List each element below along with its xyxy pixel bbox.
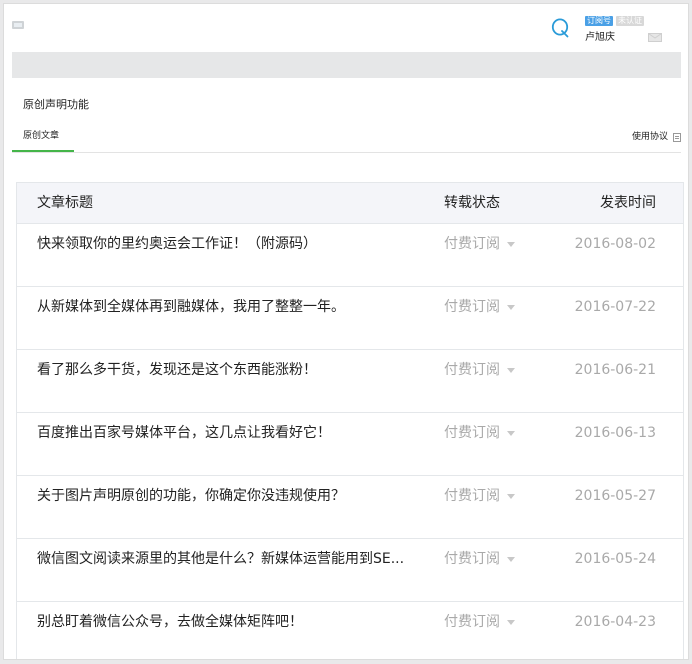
publish-date: 2016-04-23 (574, 614, 656, 630)
tab-bar: 原创文章 使用协议 (12, 122, 681, 153)
top-header: 订阅号 未认证 卢旭庆 (4, 4, 688, 52)
article-title[interactable]: 微信图文阅读来源里的其他是什么？新媒体运营能用到SE... (37, 550, 407, 568)
repost-status-label: 付费订阅 (444, 488, 500, 504)
article-title[interactable]: 百度推出百家号媒体平台，这几点让我看好它！ (37, 424, 407, 442)
mail-icon[interactable] (648, 33, 662, 42)
table-row: 快来领取你的里约奥运会工作证！（附源码） 付费订阅 2016-08-02 (17, 224, 683, 287)
repost-status-dropdown[interactable]: 付费订阅 (444, 487, 515, 505)
table-header: 文章标题 转载状态 发表时间 (17, 183, 683, 224)
dropdown-caret-icon (507, 305, 515, 310)
usage-agreement-label: 使用协议 (631, 132, 668, 142)
dropdown-caret-icon (507, 557, 515, 562)
table-row: 别总盯着微信公众号，去做全媒体矩阵吧！ 付费订阅 2016-04-23 (17, 602, 683, 659)
table-row: 百度推出百家号媒体平台，这几点让我看好它！ 付费订阅 2016-06-13 (17, 413, 683, 476)
account-name[interactable]: 卢旭庆 (585, 32, 615, 44)
publish-date: 2016-05-24 (574, 551, 656, 567)
publish-date: 2016-07-22 (574, 299, 656, 315)
articles-table: 文章标题 转载状态 发表时间 快来领取你的里约奥运会工作证！（附源码） 付费订阅… (16, 182, 684, 659)
account-type-badge: 订阅号 (585, 16, 613, 26)
repost-status-dropdown[interactable]: 付费订阅 (444, 550, 515, 568)
repost-status-label: 付费订阅 (444, 551, 500, 567)
article-title[interactable]: 关于图片声明原创的功能，你确定你没违规使用？ (37, 487, 407, 505)
repost-status-label: 付费订阅 (444, 299, 500, 315)
article-title[interactable]: 别总盯着微信公众号，去做全媒体矩阵吧！ (37, 613, 407, 631)
notice-bar (12, 52, 681, 78)
section-title: 原创声明功能 (23, 98, 89, 111)
article-title[interactable]: 快来领取你的里约奥运会工作证！（附源码） (37, 235, 407, 253)
publish-date: 2016-08-02 (574, 236, 656, 252)
column-header-time: 发表时间 (600, 195, 656, 211)
table-row: 微信图文阅读来源里的其他是什么？新媒体运营能用到SE... 付费订阅 2016-… (17, 539, 683, 602)
dropdown-caret-icon (507, 494, 515, 499)
repost-status-label: 付费订阅 (444, 614, 500, 630)
dropdown-caret-icon (507, 242, 515, 247)
publish-date: 2016-06-13 (574, 425, 656, 441)
column-header-title: 文章标题 (37, 195, 93, 211)
table-row: 看了那么多干货，发现还是这个东西能涨粉！ 付费订阅 2016-06-21 (17, 350, 683, 413)
repost-status-dropdown[interactable]: 付费订阅 (444, 298, 515, 316)
repost-status-label: 付费订阅 (444, 236, 500, 252)
repost-status-dropdown[interactable]: 付费订阅 (444, 613, 515, 631)
tab-original-articles[interactable]: 原创文章 (12, 122, 74, 152)
repost-status-dropdown[interactable]: 付费订阅 (444, 361, 515, 379)
dropdown-caret-icon (507, 620, 515, 625)
article-title[interactable]: 从新媒体到全媒体再到融媒体，我用了整整一年。 (37, 298, 407, 316)
verification-badge: 未认证 (616, 16, 644, 26)
publish-date: 2016-06-21 (574, 362, 656, 378)
document-icon (673, 132, 681, 142)
publish-date: 2016-05-27 (574, 488, 656, 504)
table-row: 关于图片声明原创的功能，你确定你没违规使用？ 付费订阅 2016-05-27 (17, 476, 683, 539)
table-row: 从新媒体到全媒体再到融媒体，我用了整整一年。 付费订阅 2016-07-22 (17, 287, 683, 350)
repost-status-label: 付费订阅 (444, 362, 500, 378)
logo-icon[interactable] (12, 21, 24, 29)
dropdown-caret-icon (507, 431, 515, 436)
brand-q-icon (551, 18, 569, 38)
repost-status-dropdown[interactable]: 付费订阅 (444, 235, 515, 253)
dropdown-caret-icon (507, 368, 515, 373)
usage-agreement-link[interactable]: 使用协议 (632, 130, 681, 144)
repost-status-dropdown[interactable]: 付费订阅 (444, 424, 515, 442)
article-title[interactable]: 看了那么多干货，发现还是这个东西能涨粉！ (37, 361, 407, 379)
page-frame: 订阅号 未认证 卢旭庆 原创声明功能 原创文章 使用协议 文章标题 转载状态 发… (3, 3, 689, 660)
repost-status-label: 付费订阅 (444, 425, 500, 441)
column-header-status: 转载状态 (444, 195, 500, 211)
